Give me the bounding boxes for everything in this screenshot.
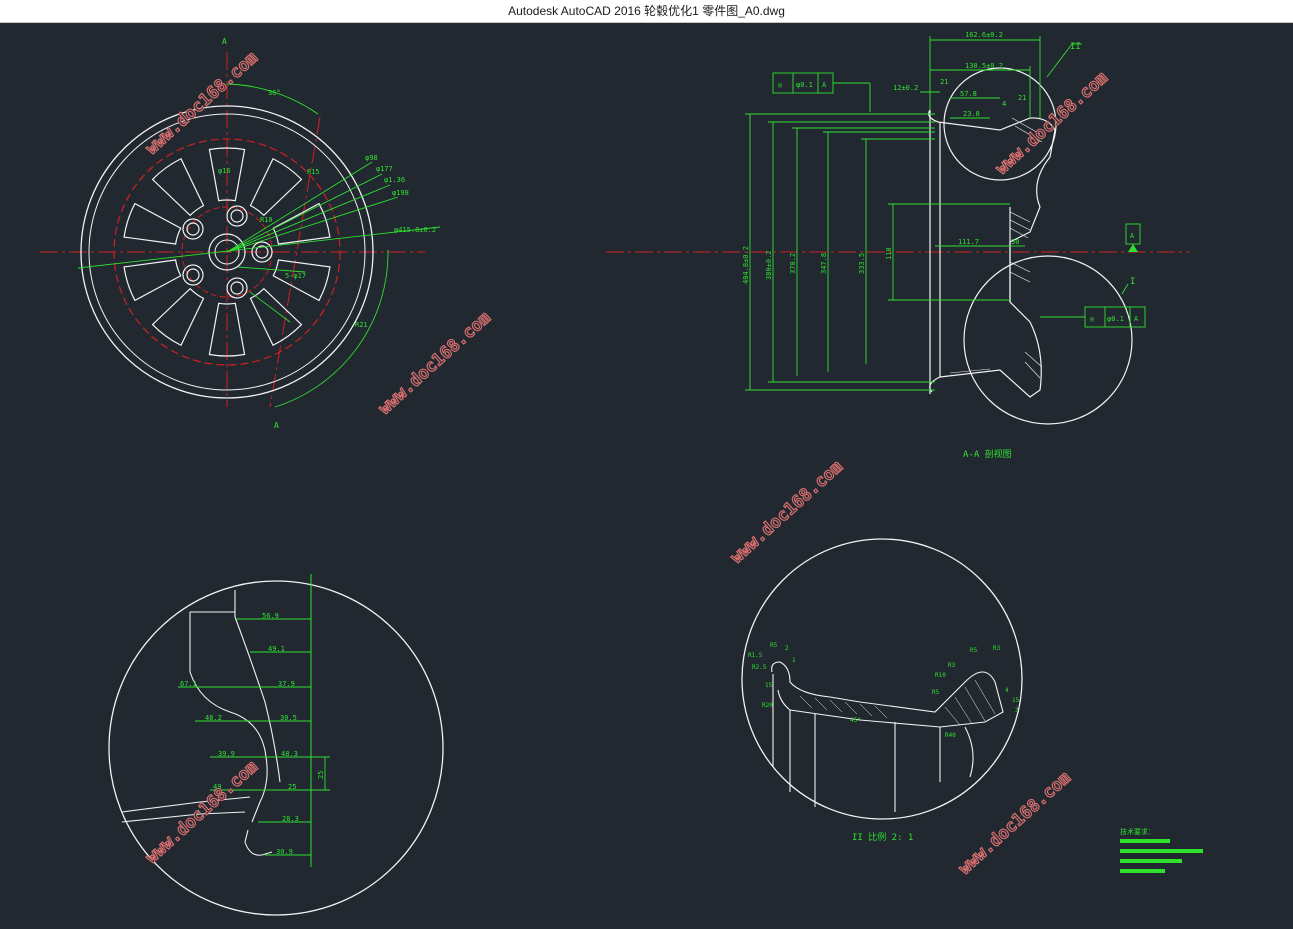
detail-ii-label-5: 1: [792, 657, 796, 664]
gdt-top-symbol: ◎: [778, 81, 783, 89]
gdt-right-symbol: ◎: [1090, 315, 1095, 323]
section-view[interactable]: 162.6±0.2 130.5±0.2 12±0.2 57.8 23.8 21 …: [606, 31, 1190, 460]
detail-ii-label-8: R20: [762, 702, 773, 709]
detail-i-dim-6: 30.5: [280, 714, 297, 722]
detail-ii-caption: II 比例 2: 1: [852, 831, 913, 843]
detail-ii-label-10: R3: [948, 662, 956, 669]
dia-label-4: φ198: [392, 189, 409, 197]
detail-i-dim-3: 67.1: [180, 680, 197, 688]
dia-label-5: φ415.8±0.2: [394, 226, 436, 234]
detail-i-dim-11: 28.3: [282, 815, 299, 823]
dia-label-2: φ177: [376, 165, 393, 173]
detail-ii-label-2: R2.5: [752, 664, 767, 671]
notes-title: 技术要求：: [1120, 827, 1155, 836]
dim-top-8: 21: [1018, 94, 1026, 102]
detail-i-dim-7: 39.9: [218, 750, 235, 758]
r10-label: R10: [260, 216, 273, 224]
detail-ii-label-9: R10: [935, 672, 946, 679]
dia-label-3: φ1.36: [384, 176, 405, 184]
spoke-window: [123, 259, 182, 302]
dim-top-2: 130.5±0.2: [965, 62, 1003, 70]
dim-top-5: 23.8: [963, 110, 980, 118]
dim-top-7: 4: [1002, 100, 1006, 108]
detail-ii-label-1: R1.5: [748, 652, 763, 659]
detail-i-dim-8: 48.3: [281, 750, 298, 758]
detail-i-dim-12: 30.9: [276, 848, 293, 856]
watermark-4: www.doc168.com: [992, 68, 1112, 179]
spoke-window: [151, 287, 205, 347]
detail-ii-label-14: 4: [1005, 687, 1009, 694]
bolt-label: 5-φ17: [285, 272, 306, 280]
dim-side-6: 110: [885, 247, 893, 260]
dim-side-5: 333.5: [858, 253, 866, 274]
section-caption: A-A 剖视图: [963, 448, 1012, 460]
cad-drawing[interactable]: A A 36° φ98 φ177 φ1.36 φ198 φ415.8±0.2 R…: [0, 22, 1293, 925]
spoke-window: [249, 287, 303, 347]
gdt-right-value: φ0.1: [1107, 315, 1124, 323]
dim-top-3: 12±0.2: [893, 84, 918, 92]
gdt-right-datum: A: [1134, 315, 1139, 323]
gdt-top-datum: A: [822, 81, 827, 89]
section-letter-bottom: A: [274, 421, 279, 430]
r21-label: R21: [355, 321, 368, 329]
dim-mid-2: 30: [1011, 238, 1019, 246]
r15-label: R15: [307, 168, 320, 176]
watermark-2: www.doc168.com: [375, 308, 495, 419]
dim-top-6: 21: [940, 78, 948, 86]
detail-i-dim-5: 48.2: [205, 714, 222, 722]
detail-i-dim-13: 25: [317, 771, 325, 779]
window-title: Autodesk AutoCAD 2016 轮毂优化1 零件图_A0.dwg: [508, 4, 785, 18]
dim-top-4: 57.8: [960, 90, 977, 98]
detail-ii-label-11: R5: [970, 647, 978, 654]
dim-top-1: 162.6±0.2: [965, 31, 1003, 39]
datum-label: A: [1130, 232, 1135, 240]
detail-i-dim-10: 25: [288, 783, 296, 791]
dia-label-1: φ98: [365, 154, 378, 162]
dim-side-2: 380±0.2: [765, 250, 773, 280]
technical-notes: 技术要求：: [1120, 827, 1203, 873]
detail-ii-label-16: 15: [1012, 697, 1020, 704]
spoke-window: [123, 202, 182, 245]
spoke-window: [272, 202, 331, 245]
detail-ii-label-7: 45°: [850, 717, 861, 724]
detail-i-marker: I: [1130, 277, 1135, 287]
watermark-6: www.doc168.com: [955, 768, 1075, 879]
detail-ii-label-6: 15: [765, 682, 773, 689]
dim-mid-1: 111.7: [958, 238, 979, 246]
d16-label: φ16: [218, 167, 231, 175]
dim-side-3: 370.2: [789, 253, 797, 274]
detail-i-dim-1: 56.9: [262, 612, 279, 620]
detail-ii-label-13: R3: [993, 645, 1001, 652]
detail-ii-label-12: R40: [945, 732, 956, 739]
drawing-canvas[interactable]: A A 36° φ98 φ177 φ1.36 φ198 φ415.8±0.2 R…: [0, 22, 1293, 925]
detail-ii-label-4: 2: [785, 645, 789, 652]
angle-label: 36°: [268, 89, 281, 97]
gdt-top-value: φ0.1: [796, 81, 813, 89]
watermark-3: www.doc168.com: [727, 457, 847, 568]
detail-i-dim-2: 49.1: [268, 645, 285, 653]
detail-i-dim-4: 37.9: [278, 680, 295, 688]
dim-side-4: 347.8: [820, 253, 828, 274]
spoke-window: [249, 157, 303, 217]
section-letter-top: A: [222, 37, 227, 46]
dim-side-1: 404.8±0.2: [742, 246, 750, 284]
detail-ii-view[interactable]: R1.5 R2.5 R5 2 1 15 45° R20 R10 R3 R5 R4…: [741, 538, 1023, 843]
spoke-window: [272, 259, 331, 302]
detail-ii-label-3: R5: [770, 642, 778, 649]
front-view[interactable]: A A 36° φ98 φ177 φ1.36 φ198 φ415.8±0.2 R…: [40, 37, 441, 430]
title-bar: Autodesk AutoCAD 2016 轮毂优化1 零件图_A0.dwg: [0, 0, 1293, 23]
detail-ii-marker: II: [1070, 42, 1081, 52]
spoke-window: [151, 157, 205, 217]
detail-ii-label-17: 3: [1015, 707, 1019, 714]
detail-ii-label-15: R5: [932, 689, 940, 696]
